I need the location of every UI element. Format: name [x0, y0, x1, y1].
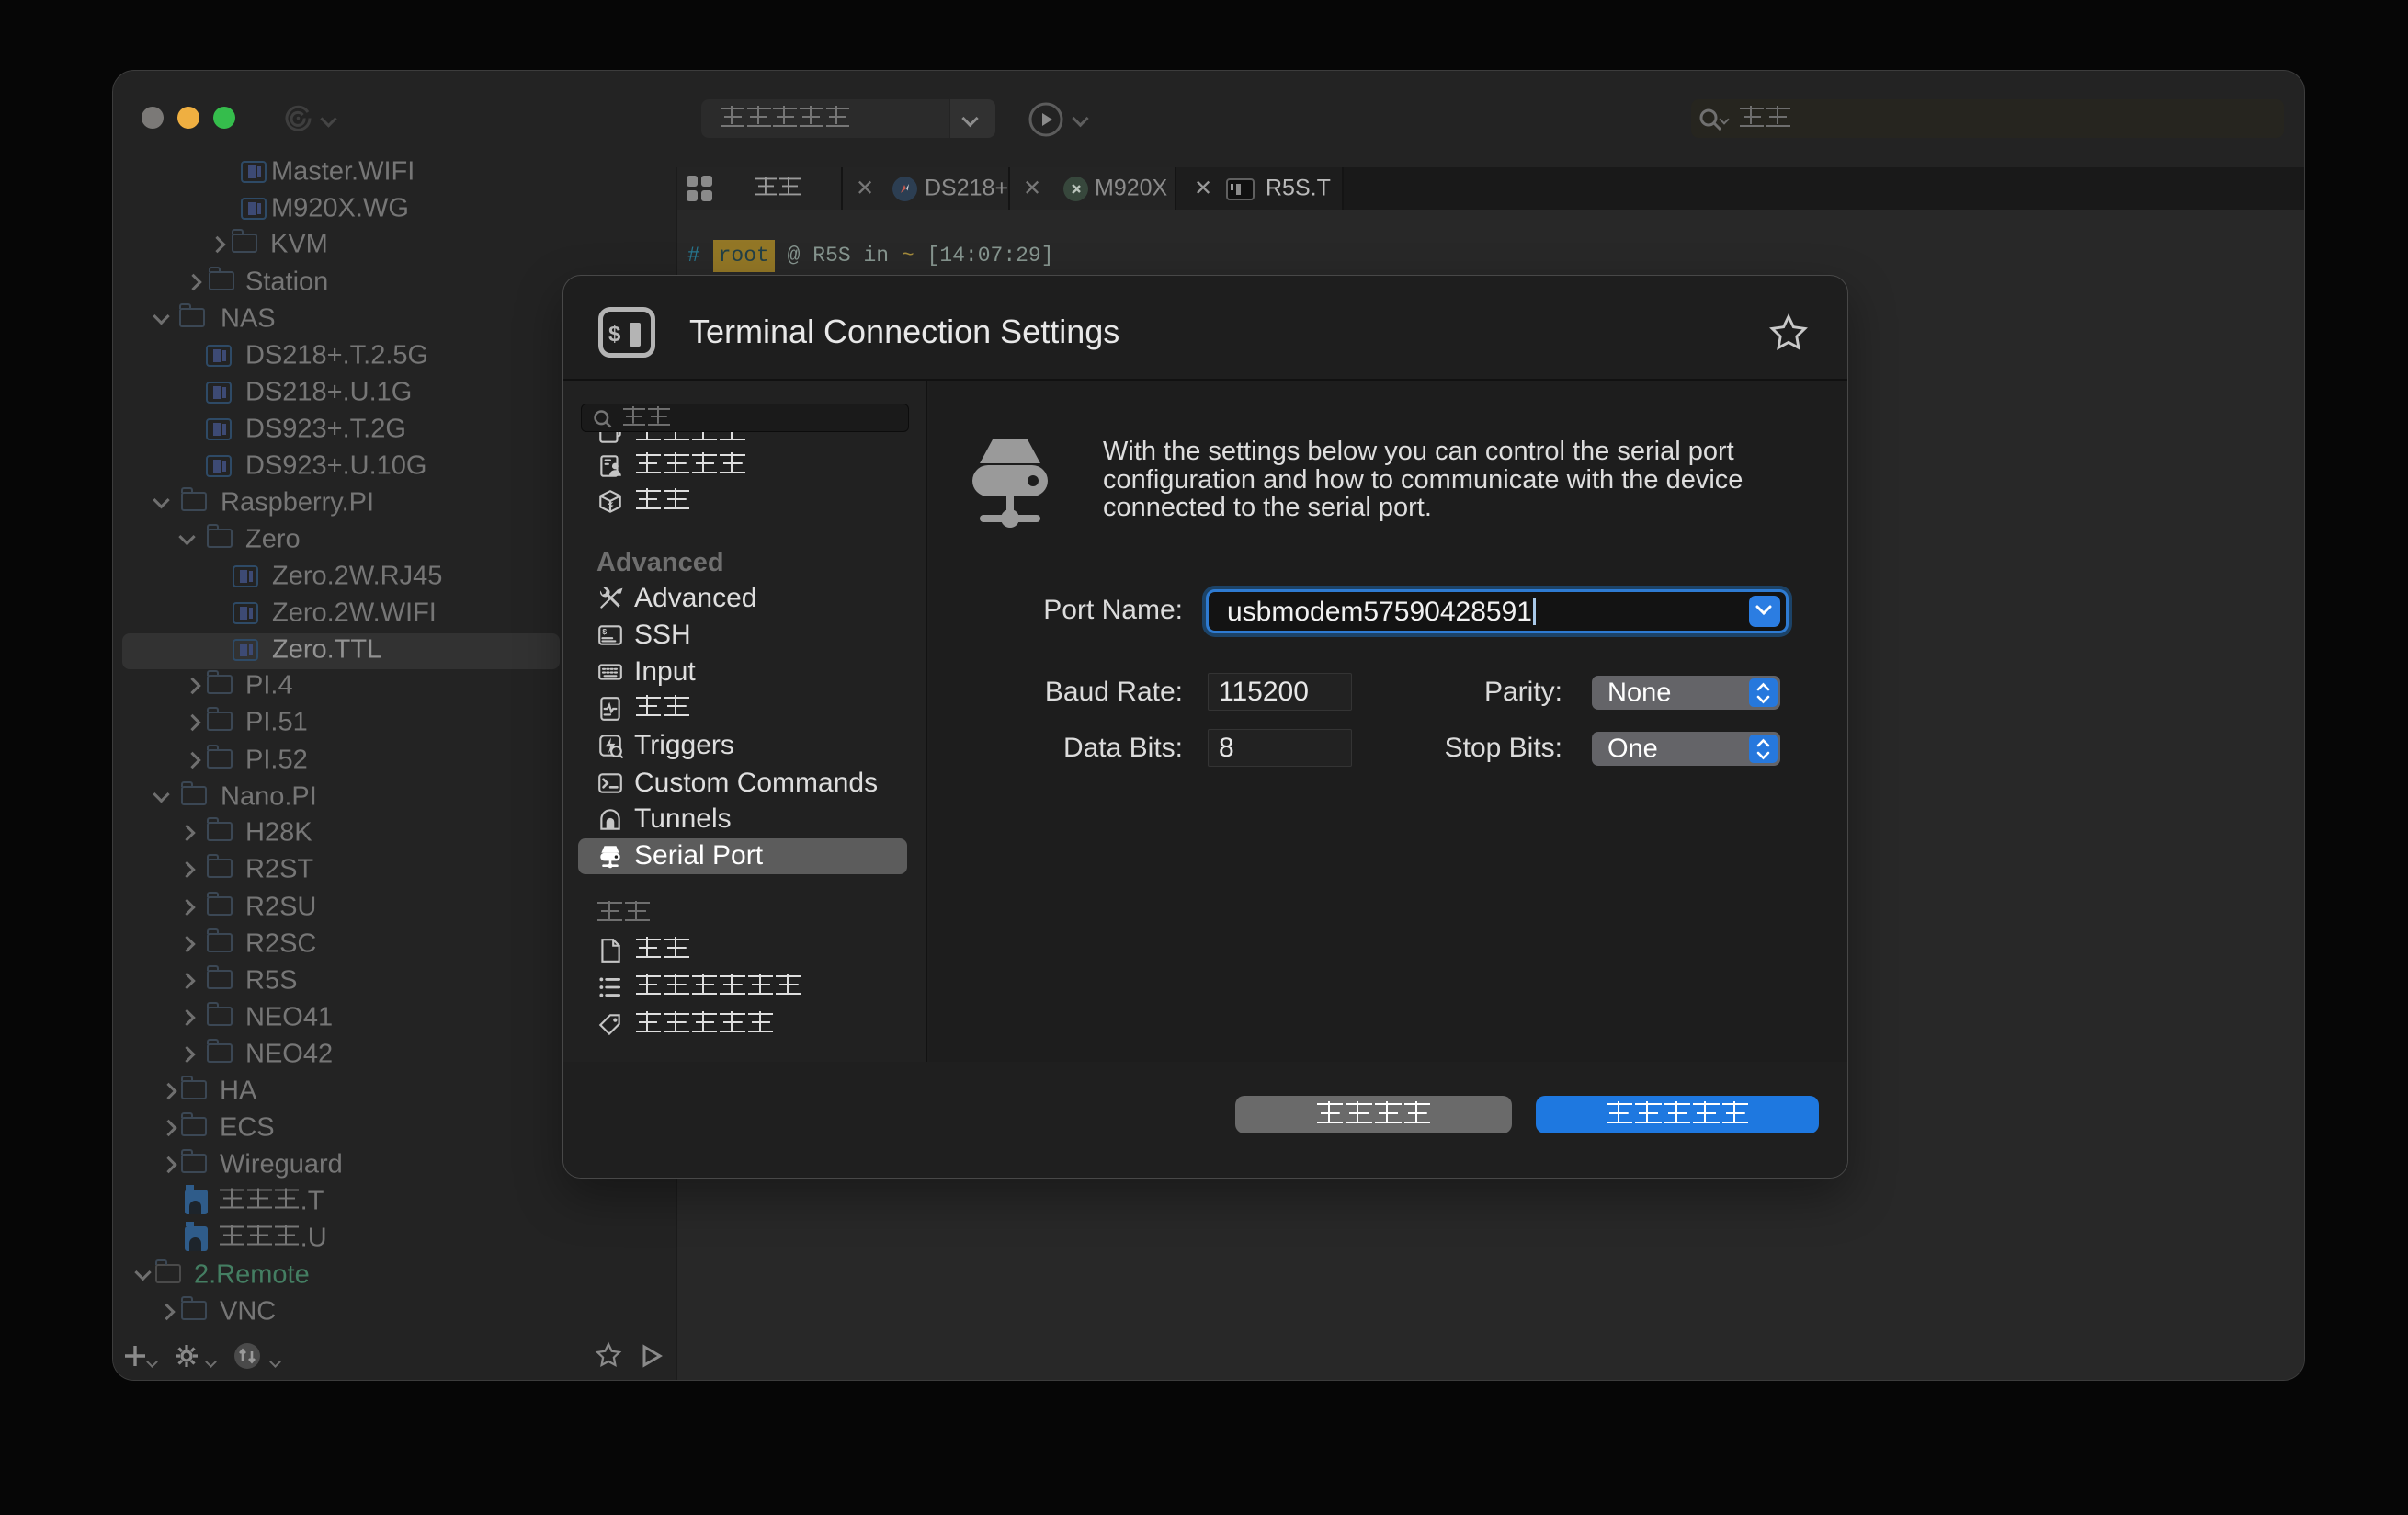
- svg-text:$: $: [602, 627, 607, 636]
